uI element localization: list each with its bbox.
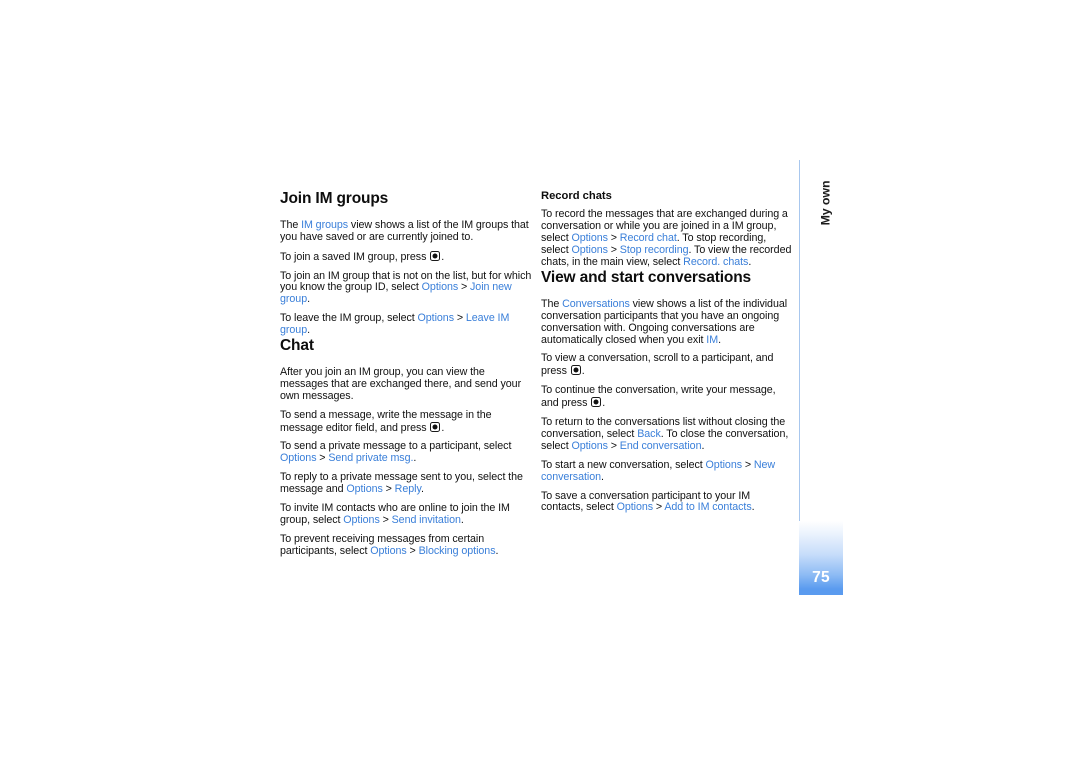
menu-path-separator: > [458, 281, 470, 294]
menu-path-separator: > [406, 544, 419, 557]
ui-term: Options [280, 452, 317, 465]
menu-path-separator: > [607, 232, 620, 245]
p-blocking-options: To prevent receiving messages from certa… [280, 532, 499, 557]
paragraph-group-chat: After you join an IM group, you can view… [280, 365, 533, 558]
p-join-new: To join an IM group that is not on the l… [280, 269, 532, 306]
p-reply-private: To reply to a private message sent to yo… [280, 471, 523, 496]
menu-path-separator: > [653, 501, 665, 514]
section-heading-chat: Chat [280, 337, 314, 355]
ui-term: Leave IM group [280, 312, 510, 337]
paragraph-group-record-chats: To record the messages that are exchange… [541, 209, 793, 269]
ui-term: Options [370, 544, 407, 557]
select-key-icon [430, 421, 441, 432]
chapter-tab-label-text: My own [818, 180, 833, 226]
ui-term: Join new group [280, 281, 512, 306]
ui-term: IM groups [301, 218, 349, 231]
ui-term: End conversation [619, 439, 702, 452]
p-im-groups-view: The IM groups view shows a list of the I… [280, 218, 529, 243]
p-join-saved: To join a saved IM group, press . [280, 250, 445, 263]
menu-path-separator: > [607, 439, 620, 452]
ui-term: Blocking options [418, 544, 496, 557]
p-end-conversation: To return to the conversations list with… [541, 416, 789, 452]
ui-term: Options [421, 281, 459, 294]
page-number: 75 [812, 569, 830, 586]
p-conversations-view: The Conversations view shows a list of t… [541, 297, 788, 346]
ui-term: Options [417, 312, 455, 325]
ui-term: Send invitation [391, 513, 461, 526]
p-send-private: To send a private message to a participa… [280, 440, 512, 465]
left-text-column: Join IM groups The IM groups view shows … [280, 190, 533, 558]
p-send-invitation: To invite IM contacts who are online to … [280, 502, 510, 526]
ui-term: Reply [394, 483, 421, 496]
subsection-heading-record-chats: Record chats [541, 190, 612, 202]
ui-term: Send private msg. [328, 452, 414, 465]
section-heading-view-and-start-conversations: View and start conversations [541, 268, 752, 286]
p-view-conversation: To view a conversation, scroll to a part… [541, 352, 774, 378]
manual-page: Join IM groups The IM groups view shows … [0, 0, 1080, 763]
ui-term: Back [637, 427, 661, 440]
select-key-icon [430, 250, 441, 261]
p-record-chat: To record the messages that are exchange… [541, 208, 792, 269]
p-leave-group: To leave the IM group, select Options > … [280, 312, 510, 337]
menu-path-separator: > [382, 483, 395, 496]
ui-term: Stop recording [619, 244, 689, 257]
menu-path-separator: > [316, 452, 329, 465]
ui-term: Options [616, 501, 654, 514]
ui-term: Options [571, 244, 608, 257]
menu-path-separator: > [742, 458, 754, 471]
section-heading-join-im-groups: Join IM groups [280, 190, 389, 207]
chapter-tab-label: My own [796, 181, 848, 260]
ui-term: Options [343, 513, 380, 526]
select-key-icon [591, 397, 602, 408]
ui-term: Options [571, 439, 608, 452]
paragraph-group-join-im-groups: The IM groups view shows a list of the I… [280, 218, 533, 337]
ui-term: Record. chats [683, 256, 749, 269]
ui-term: Conversations [562, 297, 630, 310]
menu-path-separator: > [607, 244, 620, 257]
ui-term: IM [706, 333, 719, 346]
page-number-tab: 75 [799, 521, 843, 595]
p-after-join: After you join an IM group, you can view… [280, 365, 522, 402]
p-add-to-contacts: To save a conversation participant to yo… [541, 489, 755, 514]
p-continue-conversation: To continue the conversation, write your… [541, 384, 776, 410]
ui-term: Options [571, 232, 608, 245]
ui-term: Add to IM contacts [664, 501, 752, 514]
ui-term: Options [346, 483, 383, 496]
menu-path-separator: > [379, 513, 392, 526]
ui-term: Record chat [619, 232, 677, 245]
menu-path-separator: > [454, 312, 466, 325]
select-key-icon [570, 365, 581, 376]
right-text-column: Record chats To record the messages that… [541, 190, 793, 514]
ui-term: Options [705, 458, 743, 471]
p-send-message: To send a message, write the message in … [280, 408, 492, 434]
paragraph-group-conversations: The Conversations view shows a list of t… [541, 297, 793, 515]
p-new-conversation: To start a new conversation, select Opti… [541, 458, 776, 483]
